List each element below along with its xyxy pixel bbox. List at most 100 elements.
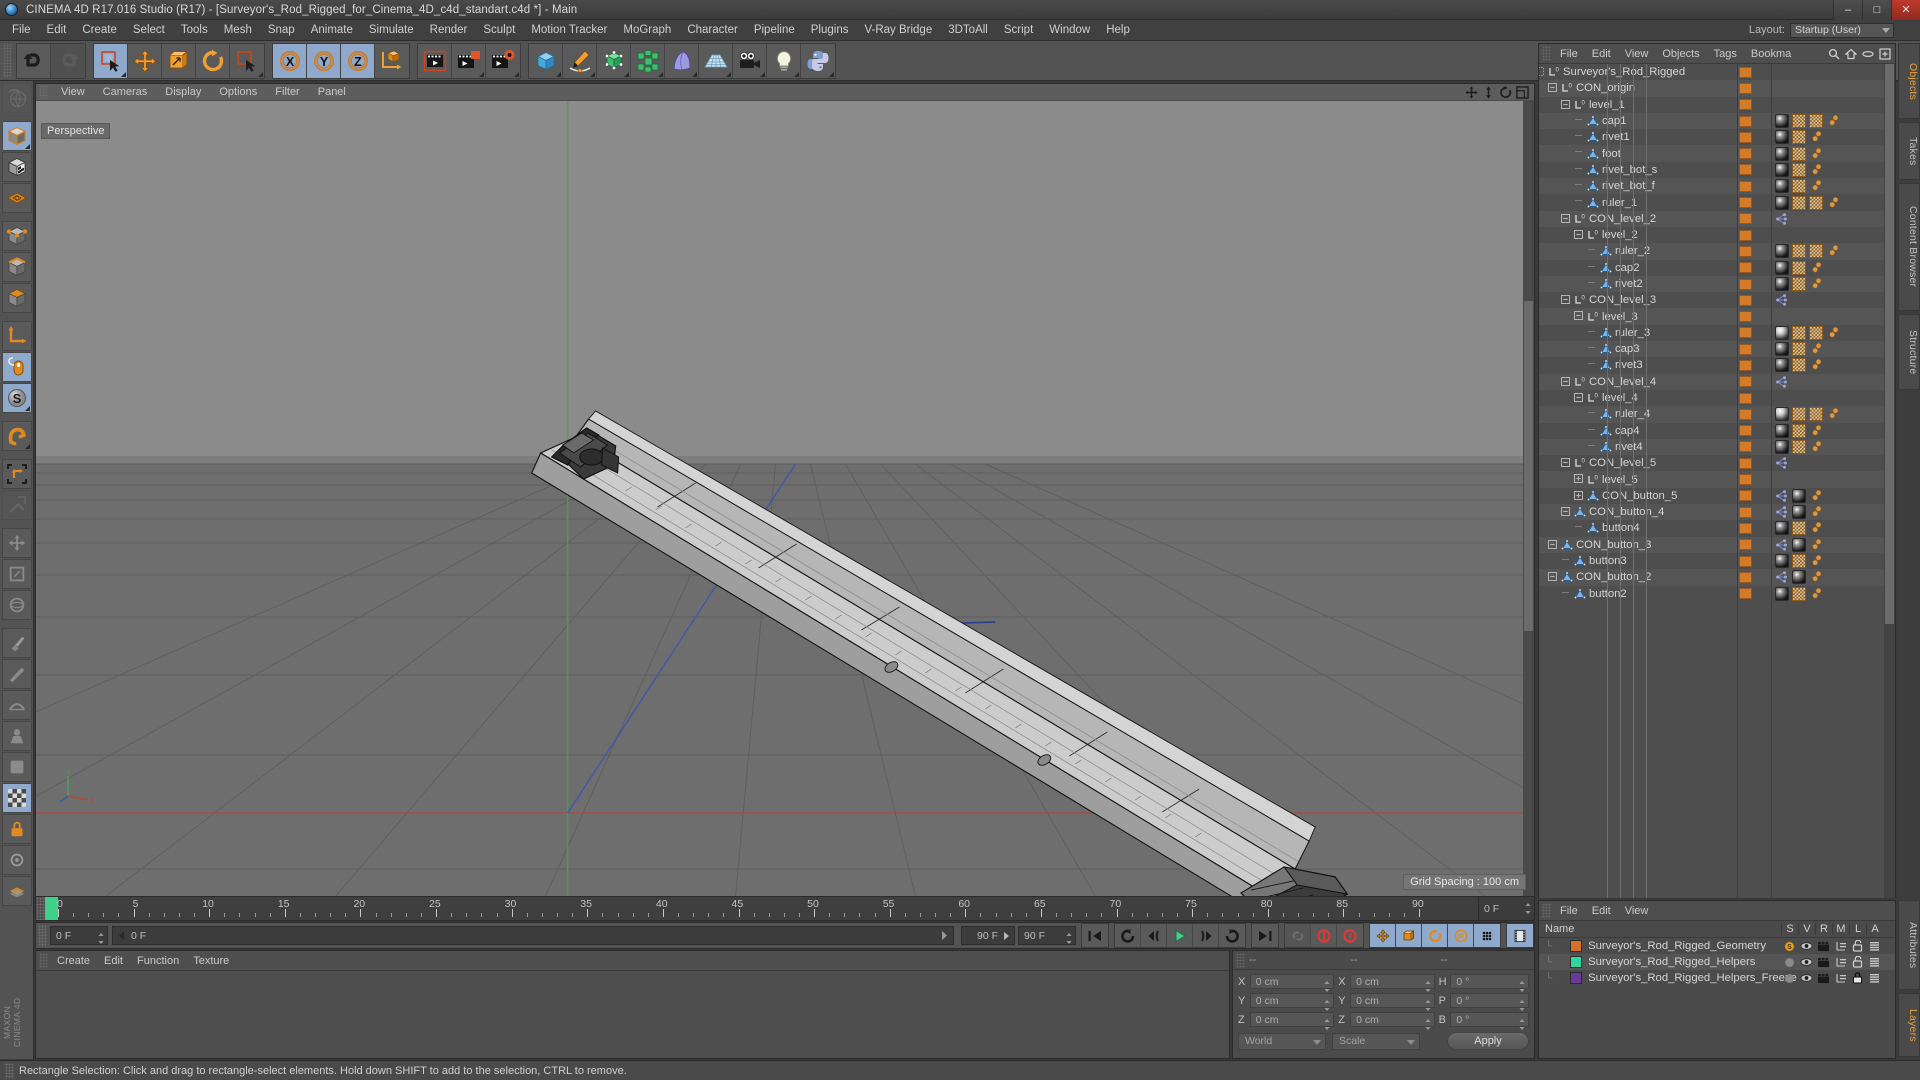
step-back-icon[interactable] (1141, 924, 1167, 947)
material-tag-icon[interactable] (1775, 162, 1789, 177)
menu-window[interactable]: Window (1041, 20, 1098, 40)
object-tree[interactable]: 0Surveyor's_Rod_Rigged0CON_origin0level_… (1539, 64, 1885, 898)
texture-tag-icon[interactable] (1792, 244, 1806, 259)
menu-select[interactable]: Select (125, 20, 173, 40)
coord-input-size[interactable]: 0 cm (1350, 993, 1435, 1011)
texture-tag-icon[interactable] (1792, 521, 1806, 536)
material-tag-icon[interactable] (1775, 146, 1789, 161)
uvw-tag-icon[interactable] (1809, 147, 1823, 161)
soft-selection-icon[interactable]: S (1, 383, 32, 413)
pan-view-icon[interactable] (1465, 85, 1478, 99)
maximize-button[interactable]: □ (1862, 0, 1891, 20)
layer-color-cell[interactable] (1739, 66, 1752, 78)
uvw-tag-icon[interactable] (1809, 538, 1823, 552)
layer-color-cell[interactable] (1739, 408, 1752, 420)
collapse-icon[interactable] (1574, 311, 1583, 321)
object-row[interactable]: CON_button_5 (1539, 488, 1885, 504)
coordinates-grip[interactable] (1236, 952, 1245, 968)
layer-color-cell[interactable] (1739, 522, 1752, 534)
uvw-tag-icon[interactable] (1809, 358, 1823, 372)
texture-tag-icon[interactable] (1792, 439, 1806, 454)
xpresso-tag-icon[interactable] (1775, 212, 1789, 226)
layer-color-cell[interactable] (1739, 474, 1752, 486)
material-tag-icon[interactable] (1792, 488, 1806, 503)
uvw-tag-icon[interactable] (1809, 130, 1823, 144)
spline-pen-icon[interactable] (563, 43, 597, 78)
material-tag-icon[interactable] (1775, 260, 1789, 275)
layer-color-cell[interactable] (1739, 148, 1752, 160)
play-icon[interactable] (1167, 924, 1193, 947)
coord-system-select[interactable]: World (1238, 1032, 1326, 1050)
layer-lock-toggle[interactable] (1849, 956, 1866, 968)
xpresso-tag-icon[interactable] (1775, 505, 1789, 519)
layer-solo-toggle[interactable] (1781, 972, 1798, 984)
select-free-icon[interactable] (230, 43, 264, 78)
menu-sculpt[interactable]: Sculpt (475, 20, 523, 40)
object-row[interactable]: ruler_1 (1539, 194, 1885, 210)
document-end-field[interactable]: 90 F (1018, 926, 1076, 945)
layer-animation-toggle[interactable] (1866, 956, 1883, 968)
menu-tools[interactable]: Tools (173, 20, 216, 40)
mm-menu-function[interactable]: Function (130, 955, 186, 967)
step-forward-icon[interactable] (1193, 924, 1219, 947)
collapse-icon[interactable] (1561, 213, 1570, 223)
play-forward-icon[interactable] (1219, 924, 1245, 947)
texture-tag-icon[interactable] (1792, 114, 1806, 129)
axis-y-icon[interactable]: Y (307, 43, 341, 78)
viewport-menu-panel[interactable]: Panel (309, 86, 355, 98)
layer-color-cell[interactable] (1739, 164, 1752, 176)
uvw-tag-icon[interactable] (1809, 440, 1823, 454)
menu-snap[interactable]: Snap (260, 20, 303, 40)
menu-vray-bridge[interactable]: V-Ray Bridge (856, 20, 940, 40)
layer-color-swatch[interactable] (1570, 956, 1583, 968)
preview-end-field[interactable]: 90 F (961, 926, 1015, 945)
viewport-menu-view[interactable]: View (52, 86, 94, 98)
material-tag-icon[interactable] (1775, 554, 1789, 569)
texture-tag-icon[interactable] (1792, 554, 1806, 569)
uvw-tag-icon[interactable] (1809, 424, 1823, 438)
menu-render[interactable]: Render (422, 20, 476, 40)
object-row[interactable]: ruler_3 (1539, 325, 1885, 341)
coord-input-position[interactable]: 0 cm (1249, 974, 1335, 992)
coord-input-rotation[interactable]: 0 ° (1450, 1012, 1530, 1030)
rotate-view-icon[interactable] (1499, 85, 1512, 99)
xpresso-tag-icon[interactable] (1775, 570, 1789, 584)
ellipse-icon[interactable] (1862, 48, 1874, 60)
menu-motion-tracker[interactable]: Motion Tracker (523, 20, 615, 40)
deformer-icon[interactable] (665, 43, 699, 78)
texture-tag-icon[interactable] (1809, 407, 1823, 422)
object-row[interactable]: rivet_bot_f (1539, 178, 1885, 195)
render-region-icon[interactable] (452, 43, 486, 78)
toolbar-grip[interactable] (3, 43, 12, 78)
move-tool-icon[interactable] (1, 528, 32, 558)
new-view-icon[interactable] (1879, 47, 1891, 60)
timeline-ruler[interactable]: 0 5 10 15 20 25 30 35 40 45 50 55 60 65 70 75 80 85 90 (45, 897, 1478, 920)
spinner-icon[interactable] (1425, 1018, 1431, 1031)
om-menu-bookmarks[interactable]: Bookma (1744, 48, 1798, 60)
uvw-tag-icon[interactable] (1809, 261, 1823, 275)
time-slider[interactable]: 0 F (112, 926, 954, 945)
scale-icon[interactable] (162, 43, 196, 78)
object-row[interactable]: button2 (1539, 586, 1885, 602)
object-row[interactable]: rivet4 (1539, 438, 1885, 456)
tab-objects[interactable]: Objects (1898, 43, 1920, 119)
render-settings-icon[interactable] (486, 43, 520, 78)
key-rotation-icon[interactable] (1422, 924, 1448, 947)
texture-tag-icon[interactable] (1792, 179, 1806, 194)
layer-color-cell[interactable] (1739, 115, 1752, 127)
coord-input-position[interactable]: 0 cm (1249, 993, 1335, 1011)
material-tag-icon[interactable] (1775, 342, 1789, 357)
layer-animation-toggle[interactable] (1866, 940, 1883, 952)
model-mode-icon[interactable] (1, 121, 32, 151)
texture-tag-icon[interactable] (1809, 325, 1823, 340)
floor-environment-icon[interactable] (699, 43, 733, 78)
collapse-icon[interactable] (1561, 507, 1570, 517)
layer-manager-toggle[interactable] (1832, 956, 1849, 968)
move-icon[interactable] (128, 43, 162, 78)
coord-mode-select[interactable]: Scale (1332, 1032, 1420, 1050)
uvw-tag-icon[interactable] (1809, 489, 1823, 503)
uvw-tag-icon[interactable] (1826, 326, 1840, 340)
layer-color-cell[interactable] (1739, 131, 1752, 143)
texture-tag-icon[interactable] (1792, 586, 1806, 601)
minimize-button[interactable]: – (1833, 0, 1862, 20)
